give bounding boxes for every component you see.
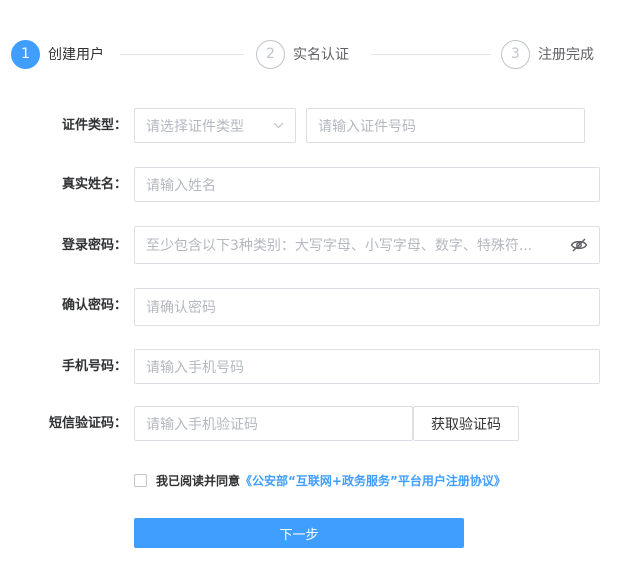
confirm-password-input[interactable]: 请确认密码 (134, 288, 600, 326)
step-1-number: 1 (11, 39, 40, 69)
step-create-user: 1 创建用户 (11, 39, 104, 69)
real-name-label: 真实姓名： (61, 177, 127, 192)
agreement: 我已阅读并同意 《公安部“互联网+政务服务”平台用户注册协议》 (134, 472, 506, 488)
real-name-placeholder: 请输入姓名 (146, 177, 216, 194)
id-type-placeholder: 请选择证件类型 (146, 118, 244, 135)
id-type-select[interactable]: 请选择证件类型 (134, 108, 296, 143)
step-connector (371, 54, 491, 55)
id-number-placeholder: 请输入证件号码 (318, 118, 416, 135)
confirm-password-placeholder: 请确认密码 (146, 300, 216, 316)
step-2-number: 2 (256, 39, 285, 69)
confirm-password-row: 确认密码： 请确认密码 (0, 288, 631, 326)
id-number-input[interactable]: 请输入证件号码 (306, 108, 585, 143)
chevron-down-icon (273, 119, 284, 132)
sms-code-row: 短信验证码： 请输入手机验证码 获取验证码 (0, 406, 631, 442)
step-registration-complete: 3 注册完成 (501, 39, 594, 69)
phone-label: 手机号码： (61, 359, 127, 374)
phone-placeholder: 请输入手机号码 (146, 359, 244, 376)
step-3-number: 3 (501, 39, 530, 69)
phone-input[interactable]: 请输入手机号码 (134, 349, 600, 384)
step-3-label: 注册完成 (538, 47, 594, 63)
password-placeholder: 至少包含以下3种类别：大写字母、小写字母、数字、特殊符... (146, 238, 533, 254)
agreement-text: 我已阅读并同意 (156, 473, 241, 488)
agreement-checkbox[interactable] (134, 473, 147, 487)
password-label: 登录密码： (61, 238, 127, 253)
password-row: 登录密码： 至少包含以下3种类别：大写字母、小写字母、数字、特殊符... (0, 226, 631, 264)
get-sms-code-button[interactable]: 获取验证码 (413, 406, 519, 441)
registration-steps: 1 创建用户 2 实名认证 3 注册完成 (0, 0, 631, 110)
id-type-label: 证件类型： (61, 118, 127, 133)
step-connector (120, 54, 244, 55)
real-name-row: 真实姓名： 请输入姓名 (0, 167, 631, 203)
step-1-label: 创建用户 (48, 47, 104, 63)
id-type-row: 证件类型： 请选择证件类型 请输入证件号码 (0, 108, 631, 144)
agreement-link[interactable]: 《公安部“互联网+政务服务”平台用户注册协议》 (240, 472, 506, 489)
real-name-input[interactable]: 请输入姓名 (134, 167, 600, 202)
password-input[interactable]: 至少包含以下3种类别：大写字母、小写字母、数字、特殊符... (134, 226, 600, 264)
confirm-password-label: 确认密码： (61, 298, 127, 313)
sms-code-placeholder: 请输入手机验证码 (146, 416, 258, 433)
sms-code-label: 短信验证码： (48, 416, 127, 431)
next-step-button[interactable]: 下一步 (134, 518, 464, 548)
step-2-label: 实名认证 (293, 47, 349, 63)
sms-code-input[interactable]: 请输入手机验证码 (134, 406, 413, 441)
step-real-name-auth: 2 实名认证 (256, 39, 349, 69)
phone-row: 手机号码： 请输入手机号码 (0, 349, 631, 385)
eye-hidden-icon[interactable] (570, 238, 588, 252)
